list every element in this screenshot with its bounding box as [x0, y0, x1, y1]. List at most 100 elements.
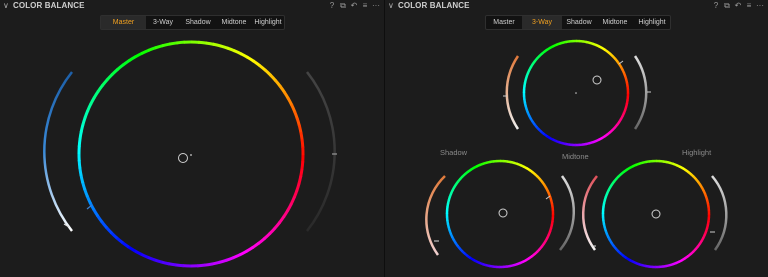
saturation-slider[interactable]	[43, 71, 73, 232]
hue-ring-segment	[78, 130, 83, 140]
hue-ring-segment	[268, 226, 277, 236]
hue-ring-segment	[645, 160, 650, 164]
hue-ring-segment	[597, 136, 603, 141]
hue-ring-segment	[687, 252, 692, 258]
hue-ring-segment	[617, 172, 623, 178]
hue-ring-segment	[540, 130, 546, 136]
shadow-luminance-slider[interactable]	[559, 175, 576, 251]
hue-ring-segment	[516, 261, 521, 266]
color-wheel-highlight[interactable]	[601, 159, 711, 269]
hue-ring-segment	[526, 111, 531, 117]
midtone-saturation-slider[interactable]	[505, 55, 520, 130]
hue-ring-segment	[139, 252, 149, 259]
hue-ring-segment	[619, 66, 624, 72]
hue-ring-segment	[632, 163, 637, 168]
hue-ring-segment	[225, 256, 235, 262]
hue-ring-segment	[92, 90, 100, 99]
hue-ring-segment	[218, 258, 228, 264]
hue-ring-segment	[591, 139, 597, 144]
luminance-slider[interactable]	[306, 71, 336, 232]
highlight-puck[interactable]	[651, 209, 661, 219]
hue-ring-segment	[533, 250, 539, 256]
midtone-puck[interactable]	[592, 75, 602, 85]
hue-ring-segment	[562, 40, 567, 44]
hue-ring-segment	[523, 102, 527, 107]
hue-ring-segment	[552, 43, 558, 48]
hue-ring-segment	[274, 79, 282, 88]
midtone-luminance-slider[interactable]	[633, 55, 648, 130]
hue-ring-segment	[692, 175, 698, 181]
hue-ring-segment	[696, 242, 702, 248]
hue-ring-segment	[555, 42, 561, 47]
hue-ring-segment	[525, 108, 530, 114]
hue-ring-segment	[705, 199, 710, 205]
hue-ring-segment	[485, 160, 491, 165]
hue-ring-segment	[127, 245, 136, 253]
hue-ring-segment	[147, 46, 157, 52]
hue-ring-segment	[702, 190, 707, 195]
hue-ring-segment	[466, 254, 472, 260]
hue-ring-segment	[529, 117, 534, 123]
hue-ring-segment	[258, 63, 267, 72]
hue-ring-segment	[537, 128, 543, 134]
hue-ring-segment	[531, 120, 536, 126]
hue-ring-segment	[609, 128, 614, 134]
hue-ring-segment	[263, 232, 272, 241]
hue-ring-segment	[681, 167, 687, 172]
hue-ring-segment	[534, 173, 539, 178]
hue-ring-segment	[205, 41, 215, 46]
hue-ring-segment	[506, 264, 511, 268]
color-puck[interactable]	[178, 153, 188, 163]
hue-ring-segment	[447, 196, 452, 201]
hue-ring-segment	[245, 245, 255, 253]
hue-ring-segment	[604, 192, 609, 198]
hue-ring-segment	[604, 48, 609, 54]
hue-ring-segment	[690, 173, 695, 178]
hue-ring-segment	[146, 255, 156, 262]
highlight-luminance-slider[interactable]	[711, 175, 728, 251]
hue-ring-segment	[538, 245, 544, 251]
hue-ring-segment	[446, 199, 451, 204]
hue-ring-segment	[282, 90, 290, 100]
hue-ring-segment	[546, 233, 551, 239]
hue-ring-segment	[684, 255, 690, 260]
hue-ring-segment	[459, 175, 464, 180]
hue-ring-segment	[612, 245, 618, 250]
hue-ring-segment	[607, 186, 612, 192]
hue-ring-segment	[669, 161, 674, 166]
hue-ring-segment	[127, 55, 137, 63]
color-wheel-shadow[interactable]	[445, 159, 555, 269]
hue-ring-segment	[638, 262, 643, 267]
hue-ring-segment	[246, 55, 255, 63]
hue-ring-segment	[565, 142, 570, 146]
hue-ring-segment	[628, 258, 634, 263]
shadow-saturation-slider[interactable]	[425, 175, 446, 256]
hue-ring-segment	[536, 175, 542, 181]
hue-ring-segment	[488, 264, 494, 268]
hue-ring-segment	[100, 220, 108, 229]
hue-ring-segment	[625, 82, 629, 87]
hue-ring-segment	[446, 220, 450, 225]
hue-ring-segment	[509, 263, 515, 268]
hue-ring-segment	[546, 46, 552, 51]
hue-ring-segment	[277, 215, 286, 224]
hue-ring-segment	[605, 233, 610, 238]
hue-ring-segment	[92, 208, 100, 218]
color-balance-panel-master: ∨ COLOR BALANCE ? ⧉ ↶ ≡ ··· Master 3-Way…	[0, 0, 384, 277]
hue-ring-segment	[300, 161, 305, 170]
highlight-saturation-slider[interactable]	[581, 175, 598, 251]
hue-ring-segment	[239, 52, 249, 59]
hue-ring-segment	[624, 75, 628, 81]
hue-ring-segment	[456, 245, 462, 250]
hue-ring-segment	[121, 59, 131, 67]
hue-ring-segment	[672, 261, 677, 266]
hue-ring-segment	[631, 260, 637, 265]
hue-ring-segment	[622, 254, 628, 260]
hue-ring-segment	[96, 214, 104, 224]
hue-ring-segment	[533, 123, 538, 129]
hue-ring-segment	[525, 167, 531, 172]
color-wheel-master[interactable]	[77, 40, 305, 268]
shadow-puck[interactable]	[498, 208, 508, 218]
hue-ring-segment	[703, 230, 708, 236]
hue-ring-segment	[133, 249, 143, 256]
